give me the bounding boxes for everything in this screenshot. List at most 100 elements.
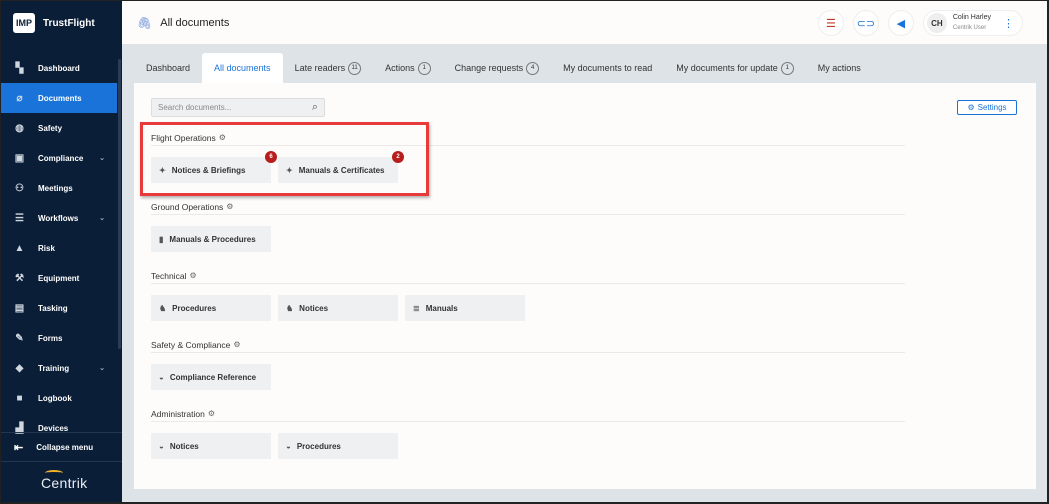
collapse-icon: ⇤	[14, 441, 24, 454]
gear-icon[interactable]: ⚙	[233, 340, 240, 349]
warning-icon: ▲	[14, 242, 25, 254]
sidebar-item-label: Risk	[38, 243, 55, 253]
paperclip-icon: ⌀	[16, 92, 23, 104]
gear-icon[interactable]: ⚙	[226, 202, 233, 211]
gear-icon: ⚙	[967, 103, 975, 112]
sidebar-item-safety[interactable]: ◍ Safety	[1, 113, 117, 143]
settings-label: Settings	[977, 103, 1007, 112]
sidebar-item-meetings[interactable]: ⚇ Meetings	[1, 173, 117, 203]
stack-app-button[interactable]: ☰	[817, 10, 844, 36]
logo[interactable]: IMP TrustFlight	[13, 13, 95, 33]
tab-late-readers[interactable]: Late readers 11	[283, 53, 374, 83]
section-title: Technical ⚙	[151, 268, 905, 284]
sidebar-item-label: Safety	[38, 123, 63, 133]
tab-label: Late readers	[294, 63, 346, 73]
disk-icon: ◒	[159, 441, 164, 451]
folder-card[interactable]: ◒ Procedures	[278, 433, 398, 459]
sidebar-item-dashboard[interactable]: ▚ Dashboard	[1, 53, 117, 83]
gear-icon[interactable]: ⚙	[189, 271, 196, 280]
dashboard-icon: ▚	[15, 62, 24, 74]
chevron-down-icon: ⌄	[99, 155, 105, 162]
folder-card[interactable]: ♞ Procedures	[151, 295, 271, 321]
folder-label: Notices	[169, 441, 199, 451]
stack-icon: ≣	[413, 303, 420, 313]
chevron-down-icon: ⌄	[99, 215, 105, 222]
sidebar-item-equipment[interactable]: ⚒ Equipment	[1, 263, 117, 293]
tab-my-actions[interactable]: My actions	[806, 53, 873, 83]
paperclip-icon: 🖇	[137, 15, 153, 30]
sidebar-item-label: Workflows	[38, 213, 79, 223]
sidebar-item-tasking[interactable]: ▤ Tasking	[1, 293, 117, 323]
more-vertical-icon[interactable]: ⋮	[1003, 17, 1014, 30]
tab-label: My documents for update	[676, 63, 778, 73]
tab-bar: Dashboard All documents Late readers 11 Acti…	[134, 53, 873, 83]
disk-icon: ◒	[286, 441, 291, 451]
folder-card[interactable]: ◒ Compliance Reference	[151, 364, 271, 390]
document-section: Safety & Compliance ⚙ ◒ Compliance Referenc…	[151, 337, 905, 390]
tab-my-documents-for-update[interactable]: My documents for update 1	[664, 53, 806, 83]
folder-card[interactable]: ≣ Manuals	[405, 295, 525, 321]
tab-label: All documents	[214, 63, 271, 73]
page-title: All documents	[160, 16, 230, 29]
tab-my-documents-to-read[interactable]: My documents to read	[551, 53, 664, 83]
stack-icon: ☰	[825, 17, 836, 30]
document-section: Ground Operations ⚙ ▮ Manuals & Procedures	[151, 199, 905, 252]
folder-label: Notices	[299, 303, 329, 313]
disk-icon: ◒	[159, 372, 164, 382]
compliance-icon: ▣	[14, 152, 25, 164]
folder-card[interactable]: ◒ Notices	[151, 433, 271, 459]
tab-count-badge: 1	[417, 61, 431, 75]
tab-actions[interactable]: Actions 1	[373, 53, 443, 83]
search-icon[interactable]: ⌕	[312, 101, 318, 114]
folder-card[interactable]: ▮ Manuals & Procedures	[151, 226, 271, 252]
sidebar-item-training[interactable]: ◆ Training ⌄	[1, 353, 117, 383]
tech-icon: ♞	[286, 303, 294, 313]
tab-all-documents[interactable]: All documents	[202, 53, 283, 83]
tab-count-badge: 11	[348, 61, 362, 75]
link-button[interactable]: ⊂⊃	[852, 10, 879, 36]
sidebar-item-label: Dashboard	[38, 63, 80, 73]
search-placeholder: Search documents...	[158, 103, 232, 112]
avatar: CH	[926, 13, 947, 33]
tab-dashboard[interactable]: Dashboard	[134, 53, 202, 83]
sidebar-scrollbar[interactable]	[118, 59, 121, 349]
section-title: Administration ⚙	[151, 406, 905, 422]
search-input[interactable]: Search documents... ⌕	[151, 98, 325, 117]
collapse-menu-button[interactable]: ⇤ Collapse menu	[1, 432, 122, 462]
section-title: Safety & Compliance ⚙	[151, 337, 905, 353]
folder-cards: ♞ Procedures ♞ Notices ≣ Manuals	[151, 295, 905, 321]
sidebar-item-workflows[interactable]: ☰ Workflows ⌄	[1, 203, 117, 233]
tab-label: My actions	[817, 63, 861, 73]
announcements-button[interactable]: ◀	[887, 10, 914, 36]
megaphone-icon: ◀	[896, 17, 906, 30]
sidebar-item-risk[interactable]: ▲ Risk	[1, 233, 117, 263]
tab-change-requests[interactable]: Change requests 4	[443, 53, 552, 83]
folder-label: Procedures	[172, 303, 217, 313]
graduation-icon: ◆	[15, 362, 24, 374]
folder-label: Compliance Reference	[169, 372, 257, 382]
sidebar-item-label: Forms	[38, 333, 63, 343]
tech-icon: ♞	[159, 303, 167, 313]
link-icon: ⊂⊃	[856, 17, 876, 30]
user-name: Colin Harley	[952, 14, 991, 21]
gear-icon[interactable]: ⚙	[208, 409, 215, 418]
sidebar-item-compliance[interactable]: ▣ Compliance ⌄	[1, 143, 117, 173]
tab-label: Change requests	[454, 63, 524, 73]
folder-cards: ◒ Notices ◒ Procedures	[151, 433, 905, 459]
meetings-icon: ⚇	[15, 182, 24, 194]
logbook-icon: ■	[16, 392, 23, 404]
section-title-text: Administration	[151, 408, 205, 419]
sidebar-item-logbook[interactable]: ■ Logbook	[1, 383, 117, 413]
sidebar-item-documents[interactable]: ⌀ Documents	[1, 83, 117, 113]
folder-card[interactable]: ♞ Notices	[278, 295, 398, 321]
chevron-down-icon: ⌄	[99, 365, 105, 372]
tab-count-badge: 1	[780, 61, 794, 75]
sidebar-item-forms[interactable]: ✎ Forms	[1, 323, 117, 353]
settings-button[interactable]: ⚙ Settings	[957, 100, 1017, 115]
user-menu[interactable]: CH Colin Harley Centrik User ⋮	[922, 10, 1023, 36]
section-title-text: Technical	[151, 270, 187, 281]
user-role: Centrik User	[952, 25, 987, 31]
header: 🖇 All documents ☰ ⊂⊃ ◀ CH Colin Harley Ce…	[122, 1, 1047, 44]
folder-label: Manuals & Procedures	[169, 234, 256, 244]
sidebar-item-label: Equipment	[38, 273, 80, 283]
